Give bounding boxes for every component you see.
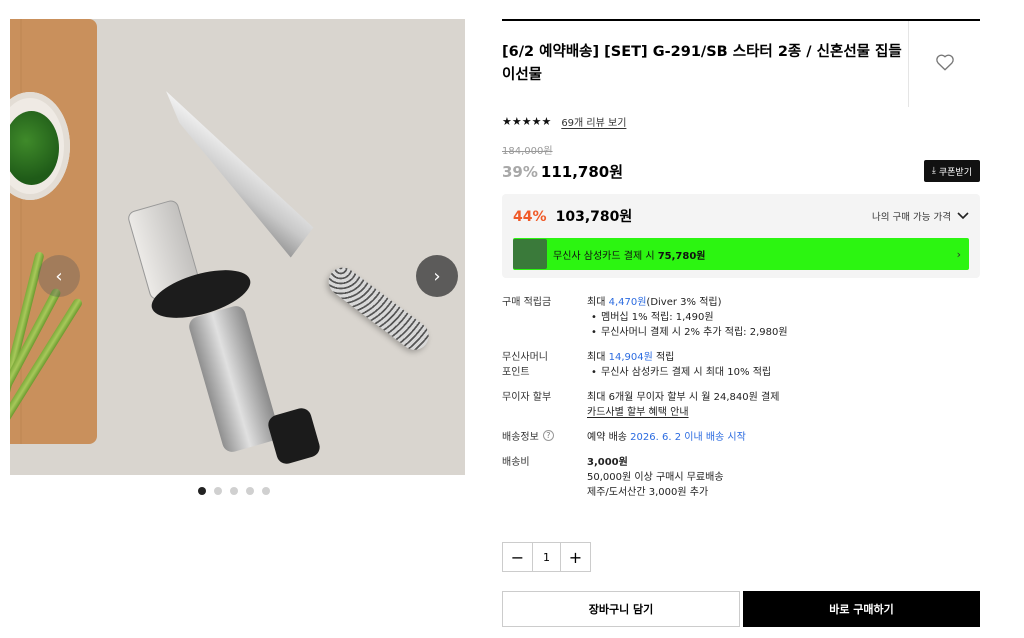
- list-item: 무신사 삼성카드 결제 시 최대 10% 적립: [587, 365, 980, 380]
- points-amount: 4,470원: [608, 297, 647, 308]
- list-item: 멤버십 1% 적립: 1,490원: [587, 310, 980, 325]
- shipping-fee-row: 배송비 3,000원 50,000원 이상 구매시 무료배송 제주/도서산간 3…: [502, 455, 980, 500]
- review-link[interactable]: 69개 리뷰 보기: [561, 114, 626, 129]
- chevron-right-icon: ›: [433, 265, 441, 287]
- product-title: [6/2 예약배송] [SET] G-291/SB 스타터 2종 / 신혼선물 …: [502, 21, 909, 107]
- quantity-plus-button[interactable]: +: [561, 543, 590, 571]
- money-row: 무신사머니포인트 최대 14,904원 적립 무신사 삼성카드 결제 시 최대 …: [502, 350, 980, 380]
- card-thumbnail: [513, 239, 547, 269]
- gallery-prev-button[interactable]: ‹: [38, 255, 80, 297]
- installment-link[interactable]: 카드사별 할부 혜택 안내: [587, 405, 980, 420]
- best-price-toggle-label: 나의 구매 가능 가격: [872, 212, 951, 223]
- wishlist-button[interactable]: [909, 21, 980, 107]
- star-rating: ★★★★★: [502, 115, 552, 128]
- card-promo-text: 무신사 삼성카드 결제 시 75,780원: [553, 250, 706, 262]
- best-price-box: 44% 103,780원 나의 구매 가능 가격 무신사 삼성카드 결제 시 7…: [502, 194, 980, 278]
- installment-label: 무이자 할부: [502, 392, 552, 403]
- gallery-dot[interactable]: [262, 487, 270, 495]
- sale-price: 111,780원: [540, 162, 624, 181]
- shipping-fee: 3,000원: [587, 457, 628, 468]
- discount-rate: 39%: [502, 162, 538, 181]
- product-info-panel: [6/2 예약배송] [SET] G-291/SB 스타터 2종 / 신혼선물 …: [502, 19, 980, 510]
- chevron-right-icon: ›: [956, 247, 961, 261]
- gallery-pagination: [198, 487, 270, 495]
- chevron-down-icon: [957, 212, 969, 220]
- installment-row: 무이자 할부 최대 6개월 무이자 할부 시 월 24,840원 결제 카드사별…: [502, 390, 980, 420]
- best-price-toggle[interactable]: 나의 구매 가능 가격: [872, 209, 969, 223]
- best-discount-rate: 44%: [513, 209, 547, 225]
- product-image-gallery[interactable]: ‹ ›: [10, 19, 465, 475]
- quantity-value[interactable]: 1: [532, 543, 561, 571]
- list-item: 무신사머니 결제 시 2% 추가 적립: 2,980원: [587, 325, 980, 340]
- shipping-date: 2026. 6. 2 이내 배송 시작: [630, 432, 746, 443]
- coupon-label: 쿠폰받기: [938, 167, 972, 178]
- chevron-left-icon: ‹: [55, 265, 63, 287]
- money-amount: 14,904원: [608, 352, 653, 363]
- gallery-dot[interactable]: [230, 487, 238, 495]
- gallery-dot[interactable]: [246, 487, 254, 495]
- card-promo-banner[interactable]: 무신사 삼성카드 결제 시 75,780원 ›: [513, 238, 969, 270]
- gallery-next-button[interactable]: ›: [416, 255, 458, 297]
- heart-icon: [935, 54, 954, 71]
- points-label: 구매 적립금: [502, 297, 552, 308]
- original-price: 184,000원: [502, 146, 553, 157]
- points-row: 구매 적립금 최대 4,470원(Diver 3% 적립) 멤버십 1% 적립:…: [502, 295, 980, 340]
- gallery-dot[interactable]: [214, 487, 222, 495]
- gallery-dot[interactable]: [198, 487, 206, 495]
- quantity-stepper: − 1 +: [502, 542, 591, 572]
- quantity-minus-button[interactable]: −: [503, 543, 532, 571]
- help-icon[interactable]: ?: [542, 430, 554, 441]
- coupon-button[interactable]: ⤓ 쿠폰받기: [923, 160, 980, 182]
- add-to-cart-button[interactable]: 장바구니 담기: [502, 591, 740, 627]
- shipping-info-row: 배송정보? 예약 배송 2026. 6. 2 이내 배송 시작: [502, 430, 746, 443]
- shipping-free-text: 50,000원 이상 구매시 무료배송: [587, 472, 724, 483]
- money-label: 무신사머니 포인트: [502, 352, 548, 378]
- buy-now-button[interactable]: 바로 구매하기: [743, 591, 980, 627]
- installment-text: 최대 6개월 무이자 할부 시 월 24,840원 결제: [587, 392, 780, 403]
- download-icon: ⤓: [931, 166, 936, 176]
- shipping-fee-label: 배송비: [502, 457, 530, 468]
- best-price: 103,780원: [555, 209, 633, 225]
- shipping-info-label: 배송정보: [502, 432, 539, 443]
- sharpener-body: [186, 303, 282, 455]
- rating-row: ★★★★★ 69개 리뷰 보기: [502, 114, 980, 129]
- benefit-details: 구매 적립금 최대 4,470원(Diver 3% 적립) 멤버십 1% 적립:…: [502, 295, 980, 500]
- shipping-extra-text: 제주/도서산간 3,000원 추가: [587, 487, 709, 498]
- sharpener-cap: [265, 405, 323, 467]
